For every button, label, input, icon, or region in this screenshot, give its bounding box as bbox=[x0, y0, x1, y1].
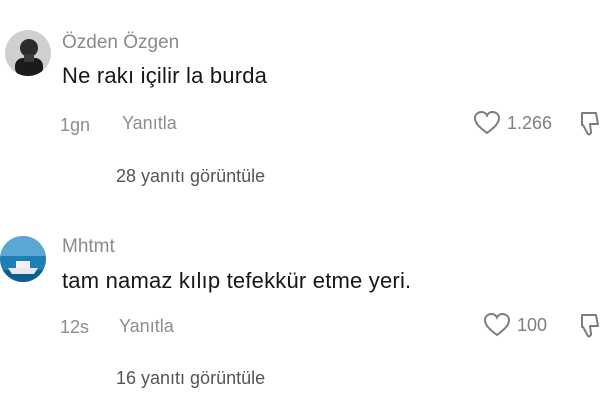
boat-photo-icon bbox=[0, 236, 46, 282]
like-count: 100 bbox=[517, 314, 548, 335]
dislike-icon bbox=[581, 314, 599, 338]
comment-username[interactable]: Mhtmt bbox=[62, 236, 115, 258]
like-button[interactable]: 100 bbox=[483, 312, 547, 338]
comment-text: tam namaz kılıp tefekkür etme yeri. bbox=[62, 268, 412, 293]
dislike-button[interactable] bbox=[578, 312, 600, 345]
avatar[interactable] bbox=[0, 236, 46, 282]
heart-icon bbox=[483, 312, 511, 337]
reply-button[interactable]: Yanıtla bbox=[119, 316, 174, 337]
comment-item: Mhtmt tam namaz kılıp tefekkür etme yeri… bbox=[0, 0, 600, 409]
comment-timestamp: 12s bbox=[60, 317, 90, 337]
view-replies-button[interactable]: 16 yanıtı görüntüle bbox=[116, 368, 265, 389]
